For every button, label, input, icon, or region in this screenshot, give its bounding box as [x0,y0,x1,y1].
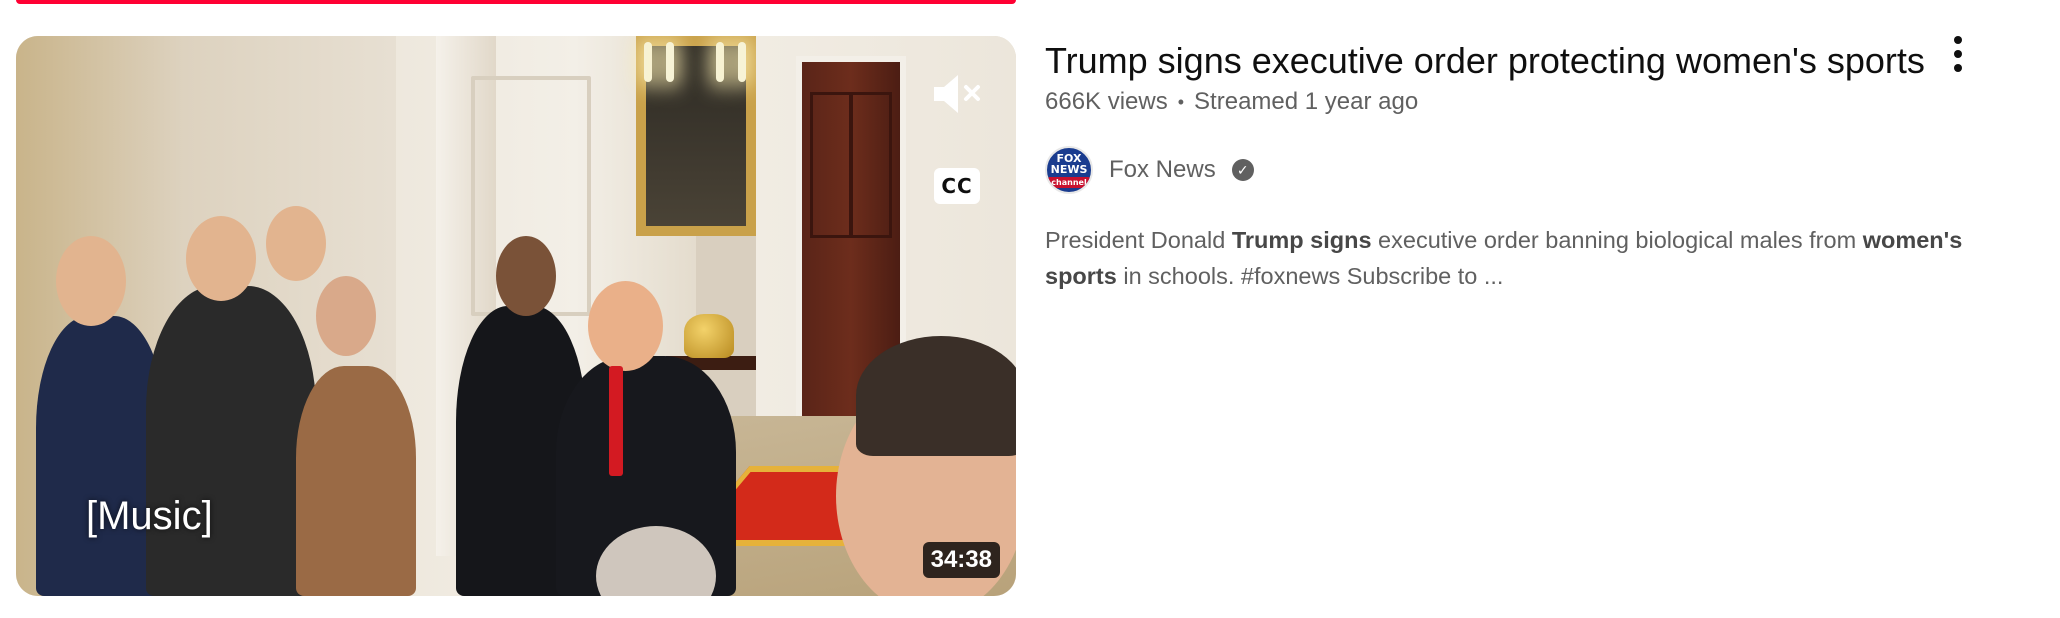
stream-date: Streamed 1 year ago [1194,88,1419,115]
video-title[interactable]: Trump signs executive order protecting w… [1045,36,1945,86]
view-count: 666K views [1045,88,1168,115]
mute-button[interactable] [930,66,986,122]
more-actions-button[interactable] [1938,30,1978,78]
metadata-separator: • [1177,91,1185,112]
video-thumbnail-player[interactable]: [Music] CC 34:38 [16,36,1016,596]
captions-button[interactable]: CC [934,168,980,204]
more-vert-icon [1954,36,1962,44]
previous-card-progress-bar [16,0,1016,4]
video-metadata: 666K views • Streamed 1 year ago [1045,88,1418,116]
video-duration-badge: 34:38 [922,542,1000,578]
channel-row[interactable]: FOX NEWS channel Fox News ✓ [1045,146,1254,194]
video-description-snippet: President Donald Trump signs executive o… [1045,227,1963,289]
verified-check-icon: ✓ [1231,159,1254,181]
channel-name[interactable]: Fox News [1109,156,1216,184]
video-details: Trump signs executive order protecting w… [1045,36,2045,86]
volume-muted-icon [934,75,980,113]
closed-caption-text: [Music] [86,494,213,538]
channel-avatar[interactable]: FOX NEWS channel [1045,146,1093,194]
